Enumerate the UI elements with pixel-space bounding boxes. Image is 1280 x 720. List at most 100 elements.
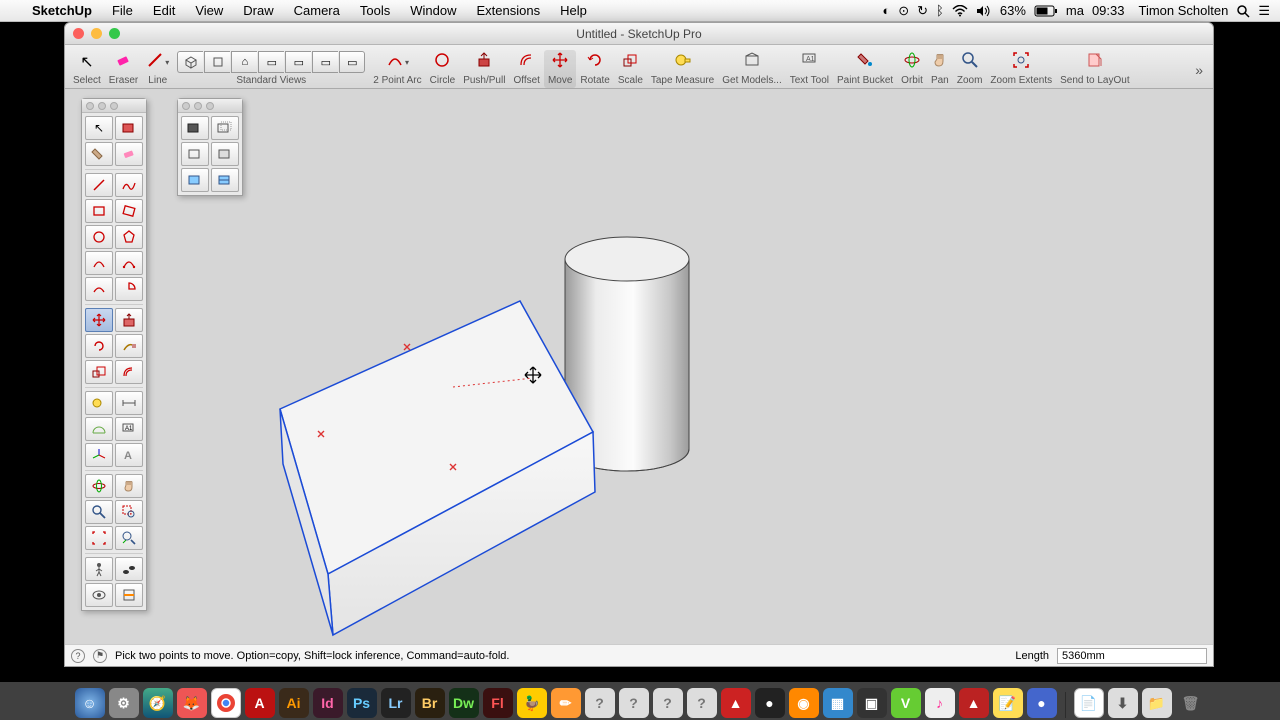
- pal-tape[interactable]: [85, 391, 113, 415]
- dock-trash[interactable]: 🗑: [1176, 688, 1206, 718]
- user-name[interactable]: Timon Scholten: [1139, 3, 1229, 18]
- pal-rectangle[interactable]: [85, 199, 113, 223]
- style-shaded[interactable]: [181, 168, 209, 192]
- arc-icon[interactable]: [386, 51, 404, 74]
- pal-select[interactable]: ↖: [85, 116, 113, 140]
- pal-pushpull[interactable]: [115, 308, 143, 332]
- dock-app[interactable]: ▣: [857, 688, 887, 718]
- pal-rotate[interactable]: [85, 334, 113, 358]
- menu-help[interactable]: Help: [550, 0, 597, 22]
- pal-position-camera[interactable]: [85, 557, 113, 581]
- pal-look-around[interactable]: [85, 583, 113, 607]
- pal-circle[interactable]: [85, 225, 113, 249]
- pal-offset[interactable]: [115, 360, 143, 384]
- pan-icon[interactable]: [931, 51, 949, 74]
- pal-line[interactable]: [85, 173, 113, 197]
- dock-cinema4d[interactable]: ●: [755, 688, 785, 718]
- style-backedges[interactable]: [211, 116, 239, 140]
- view-iso-button[interactable]: [177, 51, 203, 73]
- pal-zoom-extents[interactable]: [85, 526, 113, 550]
- line-icon[interactable]: [146, 51, 164, 74]
- dock-app[interactable]: ▲: [959, 688, 989, 718]
- pal-paint[interactable]: [85, 142, 113, 166]
- measurements-input[interactable]: 5360mm: [1057, 648, 1207, 664]
- paint-icon[interactable]: [856, 51, 874, 74]
- select-icon[interactable]: ↖: [80, 52, 93, 72]
- dock-indesign[interactable]: Id: [313, 688, 343, 718]
- dock-photoshop[interactable]: Ps: [347, 688, 377, 718]
- pal-move[interactable]: [85, 308, 113, 332]
- dock-acrobat[interactable]: A: [245, 688, 275, 718]
- pal-polygon[interactable]: [115, 225, 143, 249]
- dock-bridge[interactable]: Br: [415, 688, 445, 718]
- toolbar-overflow-button[interactable]: »: [1189, 62, 1209, 88]
- warehouse-icon[interactable]: [743, 51, 761, 74]
- style-hidden[interactable]: [211, 142, 239, 166]
- pal-freehand[interactable]: [115, 173, 143, 197]
- dock-finder[interactable]: ☺: [75, 688, 105, 718]
- rotate-icon[interactable]: [586, 51, 604, 74]
- menu-view[interactable]: View: [185, 0, 233, 22]
- pal-make-component[interactable]: [115, 116, 143, 140]
- zoom-icon[interactable]: [961, 51, 979, 74]
- layout-icon[interactable]: [1086, 51, 1104, 74]
- menu-window[interactable]: Window: [400, 0, 466, 22]
- dock-app[interactable]: ✏: [551, 688, 581, 718]
- pal-2pt-arc[interactable]: [115, 251, 143, 275]
- pal-section[interactable]: [115, 583, 143, 607]
- pal-pan[interactable]: [115, 474, 143, 498]
- dock-downloads[interactable]: ⬇: [1108, 688, 1138, 718]
- view-left-button[interactable]: ▭: [312, 51, 338, 73]
- menu-tools[interactable]: Tools: [350, 0, 400, 22]
- dock-app[interactable]: ●: [1027, 688, 1057, 718]
- pal-axes[interactable]: [85, 443, 113, 467]
- dock-cyberduck[interactable]: 🦆: [517, 688, 547, 718]
- orbit-icon[interactable]: [903, 51, 921, 74]
- circle-icon[interactable]: [433, 51, 451, 74]
- dock-chrome[interactable]: [211, 688, 241, 718]
- dock-app[interactable]: ?: [687, 688, 717, 718]
- pal-pie[interactable]: [115, 277, 143, 301]
- menulet-icon[interactable]: ◐: [882, 3, 890, 18]
- dock-lightroom[interactable]: Lr: [381, 688, 411, 718]
- style-textured[interactable]: [211, 168, 239, 192]
- dock-folder[interactable]: 📁: [1142, 688, 1172, 718]
- dock[interactable]: ☺ ⚙ 🧭 🦊 A Ai Id Ps Lr Br Dw Fl 🦆 ✏ ? ? ?…: [0, 682, 1280, 720]
- dock-firefox[interactable]: 🦊: [177, 688, 207, 718]
- view-bottom-button[interactable]: ▭: [339, 51, 365, 73]
- battery-icon[interactable]: [1034, 5, 1058, 17]
- dock-dreamweaver[interactable]: Dw: [449, 688, 479, 718]
- text-icon[interactable]: A1: [800, 51, 818, 74]
- zoom-extents-icon[interactable]: [1012, 51, 1030, 74]
- pal-3dtext[interactable]: A: [115, 443, 143, 467]
- dock-stickies[interactable]: 📝: [993, 688, 1023, 718]
- pal-protractor[interactable]: [85, 417, 113, 441]
- style-xray[interactable]: [181, 116, 209, 140]
- pal-walk[interactable]: [115, 557, 143, 581]
- dock-blender[interactable]: ◉: [789, 688, 819, 718]
- menu-extensions[interactable]: Extensions: [466, 0, 550, 22]
- style-wireframe[interactable]: [181, 142, 209, 166]
- large-toolset-palette[interactable]: ↖: [81, 98, 147, 611]
- pal-orbit[interactable]: [85, 474, 113, 498]
- dock-sketchup[interactable]: ▲: [721, 688, 751, 718]
- time-machine-icon[interactable]: ↻: [917, 3, 928, 19]
- dock-app[interactable]: ?: [619, 688, 649, 718]
- offset-icon[interactable]: [518, 51, 536, 74]
- volume-icon[interactable]: [976, 5, 992, 17]
- titlebar[interactable]: Untitled - SketchUp Pro: [65, 23, 1213, 45]
- dock-itunes[interactable]: ♪: [925, 688, 955, 718]
- notification-center-icon[interactable]: ☰: [1258, 3, 1270, 19]
- dock-safari[interactable]: 🧭: [143, 688, 173, 718]
- dock-doc[interactable]: 📄: [1074, 688, 1104, 718]
- view-right-button[interactable]: ▭: [258, 51, 284, 73]
- pal-3pt-arc[interactable]: [85, 277, 113, 301]
- scale-icon[interactable]: [621, 51, 639, 74]
- styles-palette[interactable]: [177, 98, 243, 196]
- menulet-icon[interactable]: ⊙: [898, 3, 909, 19]
- pal-scale[interactable]: [85, 360, 113, 384]
- spotlight-icon[interactable]: [1236, 4, 1250, 18]
- dock-app[interactable]: ⚙: [109, 688, 139, 718]
- model-viewport[interactable]: ↖: [65, 89, 1213, 644]
- menu-file[interactable]: File: [102, 0, 143, 22]
